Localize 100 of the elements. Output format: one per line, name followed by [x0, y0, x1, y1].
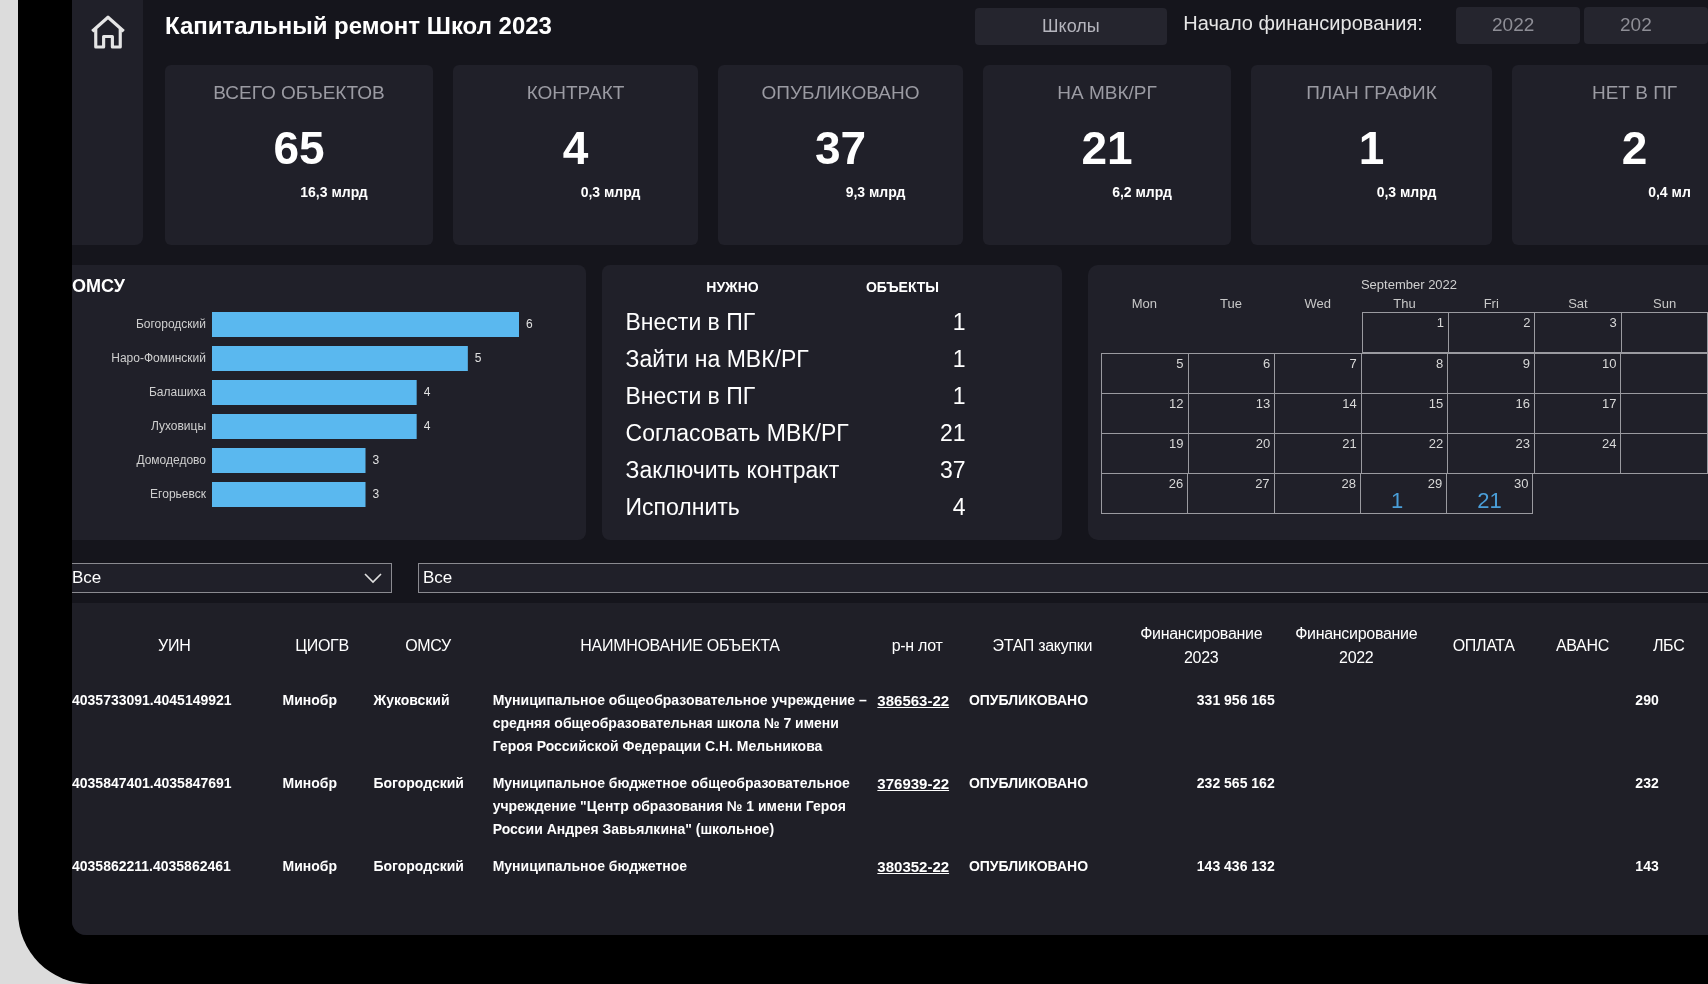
column-header[interactable]: ЭТАП закупки: [962, 603, 1122, 689]
table-cell-text: Муниципальное бюджетное общеобразовательное учреждение "Центр образования № 1 имени Героя России Андрея Завьялкина" (школьное): [491, 774, 851, 839]
year-button[interactable]: 2022: [1456, 7, 1580, 44]
table-cell-text: 232: [1634, 774, 1660, 793]
action-text: Внести в ПГ: [625, 382, 757, 412]
table-cell-text: Минобр: [281, 857, 338, 876]
bar-value: 4: [423, 419, 431, 433]
day-number: 17: [1602, 394, 1617, 413]
year-button[interactable]: 202: [1584, 7, 1708, 44]
calendar-day-cell[interactable]: [1620, 352, 1708, 394]
day-number: 7: [1349, 354, 1357, 373]
column-header[interactable]: ОМСУ: [367, 603, 489, 689]
card-value: 65: [273, 121, 325, 174]
weekday-label: Thu: [1392, 294, 1417, 313]
calendar-day-cell[interactable]: 26: [1101, 472, 1189, 514]
event-count: 21: [1477, 488, 1502, 513]
object-count: 37: [938, 456, 966, 486]
day-number: 29: [1427, 474, 1443, 493]
calendar-day-cell[interactable]: 30 21: [1446, 472, 1534, 514]
table-cell-text: 290: [1634, 691, 1660, 710]
card-amount: 0,3 млрд: [1376, 182, 1437, 202]
panel-title: ОМСУ: [72, 275, 126, 298]
lot-link[interactable]: 376939-22: [877, 775, 950, 792]
day-number: 19: [1169, 434, 1184, 453]
card-value: 37: [814, 121, 867, 174]
bar-value: 5: [474, 351, 482, 365]
bar-value: 3: [372, 453, 380, 467]
table-cell-text: Богородский: [372, 857, 465, 876]
column-header: ОБЪЕКТЫ: [864, 278, 941, 297]
day-number: 27: [1255, 474, 1270, 493]
day-number: 10: [1602, 354, 1617, 373]
table-cell-text: 232 565 162: [1195, 774, 1276, 793]
calendar-day-cell[interactable]: [1620, 432, 1708, 474]
search-field[interactable]: Все: [418, 563, 1708, 593]
day-number: 9: [1522, 354, 1530, 373]
filter-dropdown[interactable]: Все: [72, 563, 392, 593]
column-header[interactable]: р-н лот: [871, 603, 963, 689]
card-amount: 9,3 млрд: [845, 182, 906, 202]
calendar-day-cell[interactable]: 5: [1101, 352, 1189, 394]
table-cell-text: Минобр: [281, 691, 338, 710]
day-number: 26: [1168, 474, 1184, 493]
table-cell-text: Минобр: [281, 774, 338, 793]
day-number: 23: [1515, 434, 1530, 453]
calendar-day-cell[interactable]: 2: [1448, 311, 1536, 353]
bar-label: Богородский: [135, 317, 206, 331]
card-label: ПЛАН ГРАФИК: [1306, 81, 1437, 105]
column-header[interactable]: НАИМНОВАНИЕ ОБЪЕКТА: [488, 603, 872, 689]
category-button[interactable]: Школы: [974, 8, 1168, 45]
day-number: 24: [1602, 434, 1617, 453]
card-label: КОНТРАКТ: [526, 81, 625, 105]
column-header[interactable]: Финансирование 2023: [1121, 603, 1281, 689]
card-value: 21: [1081, 121, 1133, 174]
bar-label: Наро-Фоминский: [111, 351, 206, 365]
day-number: 30: [1514, 474, 1529, 493]
column-header[interactable]: ОПЛАТА: [1431, 603, 1536, 689]
bar-value: 6: [526, 317, 533, 331]
financing-label: Начало финансирования:: [1183, 11, 1424, 36]
bar-label: Егорьевск: [150, 487, 206, 501]
object-count: 4: [951, 493, 966, 523]
object-count: 1: [951, 345, 966, 375]
card-amount: 0,3 млрд: [580, 182, 641, 202]
column-header[interactable]: ЛБС: [1629, 603, 1708, 689]
card-amount: 0,4 мл: [1648, 182, 1691, 202]
calendar-day-cell[interactable]: [1620, 311, 1708, 353]
calendar-day-cell[interactable]: 3: [1534, 311, 1622, 353]
bar-label: Домодедово: [136, 453, 206, 467]
table-cell-text: 4035847401.4035847691: [72, 774, 233, 793]
column-header[interactable]: ЦИОГВ: [276, 603, 368, 689]
card-label: НА МВК/РГ: [1057, 81, 1157, 105]
bar-label: Луховицы: [150, 419, 206, 433]
column-header[interactable]: УИН: [72, 603, 277, 689]
weekday-label: Sat: [1567, 294, 1589, 313]
table-cell-text: Богородский: [372, 774, 465, 793]
card-amount: 16,3 млрд: [300, 182, 368, 202]
bar-label: Балашиха: [148, 385, 206, 399]
day-number: 20: [1255, 434, 1271, 453]
table-cell-text: 331 956 165: [1195, 691, 1276, 710]
day-number: 13: [1255, 394, 1271, 413]
chevron-down-icon: [363, 572, 383, 584]
day-number: 1: [1436, 313, 1445, 332]
lot-link[interactable]: 386563-22: [877, 692, 950, 709]
column-header[interactable]: Финансирование 2022: [1280, 603, 1432, 689]
weekday-label: Tue: [1219, 294, 1244, 313]
dashboard-title: Капитальный ремонт Школ 2023: [165, 11, 553, 41]
action-text: Заключить контракт: [625, 456, 841, 486]
card-value: 1: [1358, 121, 1385, 174]
event-count: 1: [1390, 488, 1404, 513]
day-number: 2: [1523, 313, 1531, 332]
table-cell-text: ОПУБЛИКОВАНО: [967, 774, 1090, 793]
calendar-day-cell[interactable]: 1: [1361, 311, 1450, 353]
table-cell-text: Муниципальное общеобразовательное учреждение – средняя общеобразовательная школа № 7 имени Героя Российской Федерации С.Н. Мельникова: [491, 691, 868, 756]
table-cell-text: ОПУБЛИКОВАНО: [967, 857, 1090, 876]
card-label: НЕТ В ПГ: [1591, 81, 1678, 105]
object-count: 1: [951, 382, 966, 412]
column-header[interactable]: АВАНС: [1535, 603, 1630, 689]
card-value: 2: [1621, 121, 1648, 174]
lot-link[interactable]: 380352-22: [877, 858, 950, 875]
day-number: 3: [1609, 313, 1617, 332]
table-cell-text: 143 436 132: [1195, 857, 1276, 876]
day-number: 15: [1428, 394, 1444, 413]
